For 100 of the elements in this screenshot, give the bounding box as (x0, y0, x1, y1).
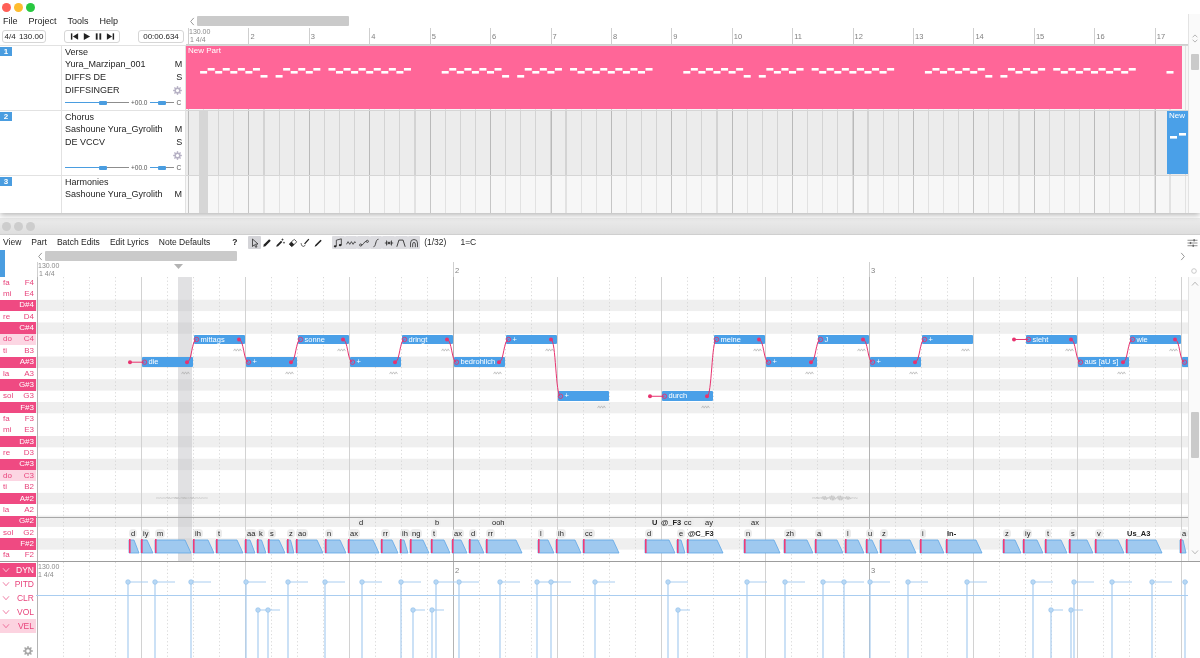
phoneme-envelope[interactable] (945, 539, 983, 554)
menu-item[interactable]: Batch Edits (56, 237, 100, 248)
wave-icon[interactable] (597, 404, 606, 409)
solo-button[interactable]: S (176, 137, 183, 148)
play-button[interactable] (81, 32, 91, 41)
ring-icon[interactable] (1191, 268, 1197, 274)
phoneme-envelope[interactable] (919, 539, 945, 554)
phoneme-envelope[interactable] (399, 539, 409, 554)
piano-key[interactable]: D#3 (0, 436, 36, 448)
wave-icon[interactable] (753, 348, 762, 353)
menu-item[interactable]: File (3, 15, 18, 27)
expression-point[interactable] (429, 607, 445, 658)
phoneme-envelope[interactable] (676, 539, 686, 554)
expression-point[interactable] (548, 579, 572, 658)
expression-point[interactable] (1071, 579, 1095, 658)
pitch-bend[interactable] (549, 337, 564, 399)
pitch-bend[interactable] (341, 337, 356, 365)
expression-point[interactable] (905, 579, 929, 658)
toggle-button[interactable] (395, 236, 408, 249)
pitch-bend[interactable] (289, 336, 304, 365)
chevron-down-icon[interactable] (1190, 550, 1199, 555)
expression-point[interactable] (410, 607, 426, 658)
renderer-name[interactable]: DIFFSINGER (65, 84, 120, 96)
pitch-bend[interactable] (757, 337, 772, 365)
wave-icon[interactable] (909, 370, 918, 375)
phoneme-envelope[interactable] (1068, 539, 1094, 554)
expression-point[interactable] (152, 579, 176, 658)
piano-key[interactable]: G#2 (0, 515, 36, 527)
phoneme-envelope[interactable] (128, 539, 140, 554)
scrollbar-thumb[interactable] (197, 16, 349, 26)
pitch-bend[interactable] (705, 336, 720, 399)
phoneme-envelope[interactable] (865, 539, 879, 554)
phoneme-envelope[interactable] (430, 539, 451, 554)
expression-point[interactable] (243, 579, 267, 658)
phoneme-envelope[interactable] (1044, 539, 1068, 554)
gear-icon[interactable] (23, 646, 33, 656)
pitch-bend[interactable] (445, 337, 460, 365)
solo-button[interactable]: S (176, 72, 183, 83)
chevron-left-icon[interactable] (37, 251, 43, 261)
volume-slider[interactable] (65, 100, 129, 105)
expression-point[interactable] (1109, 579, 1133, 658)
note[interactable] (1181, 357, 1188, 368)
wave-icon[interactable] (493, 370, 502, 375)
expression-point[interactable] (1068, 607, 1084, 658)
wave-icon[interactable] (233, 348, 242, 353)
singer-name[interactable]: Yura_Marzipan_001 (65, 59, 146, 71)
phoneme-envelope[interactable] (347, 539, 380, 554)
toggle-button[interactable] (332, 236, 345, 249)
scrollbar-thumb[interactable] (45, 251, 237, 261)
expression-point[interactable] (592, 579, 616, 658)
pitch-bend[interactable] (1173, 337, 1188, 365)
phoneme-envelope[interactable] (286, 539, 295, 554)
phoneme-envelope[interactable] (1125, 539, 1163, 554)
wave-icon[interactable] (181, 370, 190, 375)
skip-back-button[interactable] (69, 32, 79, 41)
dynamics-line[interactable] (36, 594, 1188, 597)
menu-item[interactable]: Edit Lyrics (109, 237, 149, 248)
gear-icon[interactable] (173, 150, 183, 160)
wave-icon[interactable] (857, 348, 866, 353)
mute-button[interactable]: M (174, 59, 183, 71)
expression-point[interactable] (1048, 607, 1064, 658)
phonemizer-name[interactable]: DIFFS DE (65, 72, 106, 83)
phoneme-envelope[interactable] (582, 539, 620, 554)
mute-button[interactable]: M (174, 124, 183, 136)
wave-icon[interactable] (701, 404, 710, 409)
expression-tab[interactable]: VOL (0, 605, 36, 619)
expression-point[interactable] (820, 579, 844, 658)
expression-point[interactable] (675, 607, 691, 658)
phoneme-envelope[interactable] (814, 539, 844, 554)
help-button[interactable]: ? (232, 237, 238, 248)
expression-tab[interactable]: CLR (0, 591, 36, 605)
singer-name[interactable]: Sashoune Yura_Gyrolith (65, 189, 163, 201)
expression-point[interactable] (841, 579, 865, 658)
pitch-bend[interactable] (128, 359, 148, 365)
phoneme-envelope[interactable] (844, 539, 865, 554)
expression-tab[interactable]: PITD (0, 577, 36, 591)
zoom-button[interactable] (26, 2, 35, 12)
expression-point[interactable] (744, 579, 768, 658)
wave-icon[interactable] (805, 370, 814, 375)
time-signature[interactable]: 4/4 (4, 31, 16, 42)
phoneme-envelope[interactable] (380, 539, 399, 554)
singer-name[interactable]: Sashoune Yura_Gyrolith (65, 124, 163, 136)
phoneme-envelope[interactable] (783, 539, 814, 554)
wave-icon[interactable] (1169, 348, 1178, 353)
scrollbar-thumb[interactable] (1190, 54, 1199, 70)
phoneme-envelope[interactable] (468, 539, 485, 554)
pitch-bend[interactable] (237, 337, 252, 365)
vertical-scrollbar[interactable] (1188, 14, 1200, 213)
phoneme-envelope[interactable] (1094, 539, 1125, 554)
sliders-icon[interactable] (1187, 237, 1198, 248)
expression-point[interactable] (964, 579, 988, 658)
phoneme-envelope[interactable] (743, 539, 781, 554)
expression-point[interactable] (322, 579, 346, 658)
chevron-left-icon[interactable] (189, 16, 195, 26)
expression-point[interactable] (398, 579, 422, 658)
expression-point[interactable] (1030, 579, 1054, 658)
pitch-bend[interactable] (861, 337, 876, 365)
tool-button[interactable] (286, 236, 299, 249)
pitch-bend[interactable] (809, 336, 824, 365)
expression-point[interactable] (1182, 579, 1188, 658)
